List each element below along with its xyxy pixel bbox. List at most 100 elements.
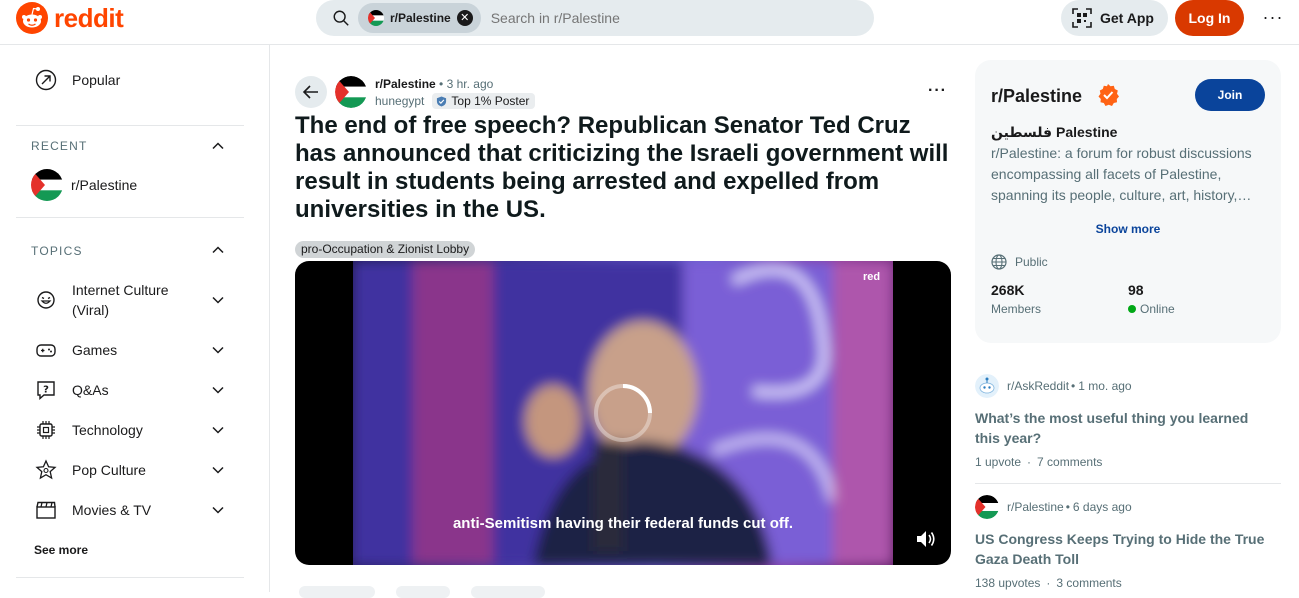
palestine-flag-icon [975,495,999,519]
related-post[interactable]: r/AskReddit • 1 mo. ago What’s the most … [975,374,1281,469]
related-comments: 7 comments [1037,455,1103,469]
chevron-down-icon[interactable] [211,503,225,517]
search-bar[interactable]: r/Palestine ✕ [316,0,874,36]
share-action-button[interactable] [471,586,545,598]
related-post-stats: 138 upvotes · 3 comments [975,576,1281,590]
clear-scope-icon[interactable]: ✕ [456,10,473,26]
related-post-meta: r/Palestine • 6 days ago [975,495,1281,519]
recent-heading: RECENT [31,139,88,153]
divider [16,125,244,126]
chevron-down-icon[interactable] [211,383,225,397]
online-label-row: Online [1128,302,1175,316]
post-flair[interactable]: pro-Occupation & Zionist Lobby [295,241,476,258]
search-icon [333,10,349,26]
verified-badge-icon [1098,84,1119,106]
sidebar-item-popular[interactable]: Popular [34,68,120,92]
meta-separator: • [1065,500,1070,514]
get-app-label: Get App [1100,10,1154,26]
arrow-left-icon [302,85,318,99]
video-caption: anti-Semitism having their federal funds… [452,515,794,532]
video-brand-watermark: red [863,271,881,283]
community-name[interactable]: r/Palestine [991,86,1082,107]
chevron-down-icon[interactable] [211,343,225,357]
post-meta: r/Palestine • 3 hr. ago [375,77,493,91]
related-post-meta: r/AskReddit • 1 mo. ago [975,374,1281,398]
video-player[interactable]: red anti-Semitism having their federal f… [295,261,951,565]
sidebar-item-label: Internet Culture (Viral) [72,282,169,318]
divider [16,217,244,218]
post-subreddit-link[interactable]: r/Palestine [375,77,436,91]
post-overflow-icon[interactable]: ··· [928,82,947,100]
sidebar-item-label: Q&As [72,382,109,398]
divider [975,483,1281,484]
back-button[interactable] [295,76,327,108]
sidebar-item-internet-culture[interactable]: Internet Culture (Viral) [34,280,192,320]
post-author-link[interactable]: hunegypt [375,94,424,108]
related-post-stats: 1 upvote · 7 comments [975,455,1281,469]
topics-heading: TOPICS [31,244,83,258]
reddit-snoo-icon [16,2,48,34]
sidebar-item-label: Games [72,342,118,358]
sidebar-item-pop-culture[interactable]: Pop Culture [34,458,146,482]
post-title: The end of free speech? Republican Senat… [295,112,949,223]
sidebar-item-label: Technology [72,422,143,438]
vote-action-bar[interactable] [299,586,375,598]
more-options-icon[interactable]: ··· [1260,4,1286,30]
related-subreddit[interactable]: r/Palestine [1007,500,1064,514]
sidebar-item-movies-tv[interactable]: Movies & TV [34,498,151,522]
community-info-card: r/Palestine Join فلسطين Palestine r/Pale… [975,60,1281,343]
related-post[interactable]: r/Palestine • 6 days ago US Congress Kee… [975,495,1281,590]
subreddit-avatar[interactable] [335,76,367,108]
members-label: Members [991,302,1042,316]
logo-text: reddit [54,2,124,33]
related-post-title[interactable]: What’s the most useful thing you learned… [975,408,1265,448]
popular-arrow-icon [34,68,58,92]
reddit-logo[interactable]: reddit [16,2,124,34]
left-sidebar: Popular RECENT r/Palestine TOPICS Intern… [0,45,270,592]
question-bubble-icon: ? [34,378,58,402]
members-stat: 268K Members [991,282,1041,316]
sidebar-item-technology[interactable]: Technology [34,418,143,442]
search-scope-chip[interactable]: r/Palestine ✕ [358,3,481,33]
post-time: 3 hr. ago [446,77,494,91]
viral-face-icon [34,288,58,312]
globe-icon [991,254,1007,270]
svg-text:?: ? [43,385,49,396]
search-chip-label: r/Palestine [390,11,451,25]
sidebar-item-games[interactable]: Games [34,338,117,362]
related-subreddit[interactable]: r/AskReddit [1007,379,1069,393]
chevron-down-icon[interactable] [211,463,225,477]
sidebar-item-label: Movies & TV [72,502,152,518]
join-button[interactable]: Join [1195,79,1265,111]
top-header: reddit r/Palestine ✕ Search in r/Palesti… [0,0,1299,45]
chevron-up-icon[interactable] [211,139,225,153]
search-input[interactable] [490,10,791,26]
divider [16,577,244,578]
show-more-button[interactable]: Show more [975,222,1281,236]
sidebar-item-label: Popular [72,72,121,88]
login-button[interactable]: Log In [1175,0,1244,36]
sidebar-item-r-palestine[interactable]: r/Palestine [31,169,137,201]
palestine-flag-icon [335,76,367,108]
community-visibility: Public [991,254,1048,270]
online-value: 98 [1128,282,1144,298]
related-upvotes: 1 upvote [975,455,1022,469]
related-time: 6 days ago [1072,500,1132,514]
chevron-down-icon[interactable] [211,293,225,307]
chevron-down-icon[interactable] [211,423,225,437]
volume-icon[interactable] [915,529,937,549]
clapperboard-icon [34,498,58,522]
gamepad-icon [34,338,58,362]
get-app-button[interactable]: Get App [1061,0,1168,36]
comments-action-button[interactable] [396,586,450,598]
meta-separator: • [439,77,447,91]
star-badge-icon [34,458,58,482]
online-dot-icon [1128,305,1136,313]
related-upvotes: 138 upvotes [975,576,1041,590]
see-more-link[interactable]: See more [34,543,88,557]
members-value: 268K [991,282,1025,298]
sidebar-item-qas[interactable]: ? Q&As [34,378,109,402]
related-post-title[interactable]: US Congress Keeps Trying to Hide the Tru… [975,529,1265,569]
sidebar-item-label: Pop Culture [72,462,146,478]
chevron-up-icon[interactable] [211,243,225,257]
